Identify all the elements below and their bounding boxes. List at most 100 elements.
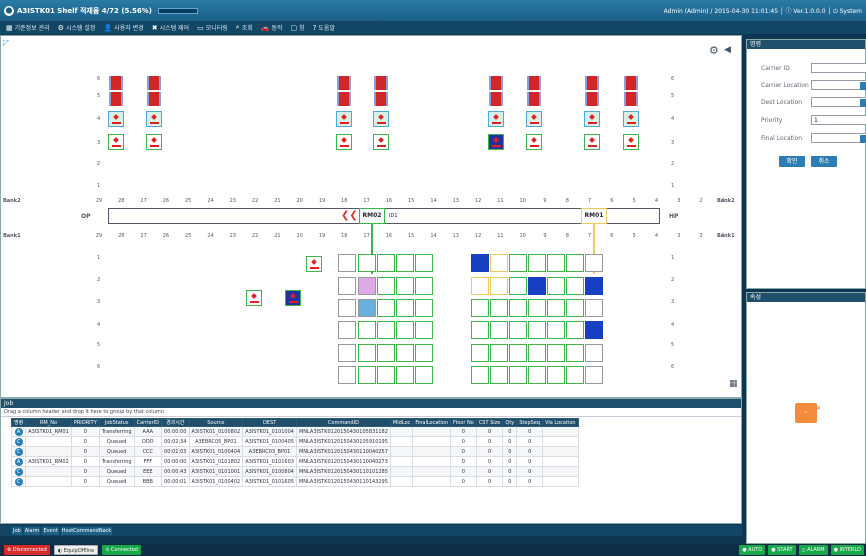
shelf-cell[interactable]	[377, 321, 395, 339]
carrier-box[interactable]	[373, 134, 389, 150]
shelf-rack[interactable]	[489, 92, 503, 106]
shelf-cell[interactable]	[585, 277, 603, 295]
tab-event[interactable]: Event	[42, 526, 59, 535]
shelf-rack[interactable]	[337, 76, 351, 90]
priority-stepper[interactable]: 1	[811, 115, 866, 125]
carrier-box[interactable]	[584, 111, 600, 127]
shelf-cell[interactable]	[566, 366, 584, 384]
table-row[interactable]: C 0 Queued EEE 00:00:43 A3ISTK01_0101001 A3IST…	[10, 466, 579, 477]
shelf-cell[interactable]	[585, 366, 603, 384]
shelf-cell[interactable]	[396, 321, 414, 339]
confirm-button[interactable]: 확인	[779, 156, 805, 167]
carrier-box[interactable]	[108, 111, 124, 127]
shelf-cell[interactable]	[547, 344, 565, 362]
final-location-select[interactable]	[811, 133, 866, 143]
shelf-cell[interactable]	[585, 344, 603, 362]
column-header[interactable]: RM_No	[25, 418, 72, 427]
shelf-rack[interactable]	[109, 76, 123, 90]
shelf-cell[interactable]	[377, 344, 395, 362]
shelf-cell[interactable]	[358, 321, 376, 339]
column-header[interactable]: MidLoc	[389, 418, 414, 427]
crane-rm01[interactable]: RM01	[581, 208, 607, 224]
shelf-cell[interactable]	[471, 344, 489, 362]
shelf-cell[interactable]	[528, 366, 546, 384]
shelf-cell[interactable]	[509, 254, 527, 272]
carrier-box[interactable]	[146, 134, 162, 150]
shelf-cell[interactable]	[528, 321, 546, 339]
column-header[interactable]: Floor No	[449, 418, 477, 427]
shelf-cell[interactable]	[509, 277, 527, 295]
shelf-cell[interactable]	[338, 366, 356, 384]
shelf-cell[interactable]	[585, 321, 603, 339]
column-header[interactable]: Via Location	[542, 418, 579, 427]
shelf-rack[interactable]	[489, 76, 503, 90]
shelf-rack[interactable]	[585, 92, 599, 106]
menu-item-6[interactable]: 🚗 동작	[261, 23, 283, 33]
column-header[interactable]: FinalLocation	[412, 418, 451, 427]
shelf-cell[interactable]	[358, 254, 376, 272]
carrier-box[interactable]	[146, 111, 162, 127]
column-header[interactable]: StepSeq	[516, 418, 544, 427]
shelf-cell[interactable]	[358, 344, 376, 362]
column-header[interactable]: 경과시간	[161, 418, 190, 427]
shelf-cell[interactable]	[547, 299, 565, 317]
menu-item-5[interactable]: ⌕ 조회	[236, 23, 253, 32]
shelf-cell[interactable]	[509, 366, 527, 384]
carrier-box[interactable]	[488, 111, 504, 127]
shelf-rack[interactable]	[527, 76, 541, 90]
settings-cog-icon[interactable]: ⚙	[709, 44, 719, 57]
shelf-cell[interactable]	[415, 277, 433, 295]
shelf-rack[interactable]	[624, 92, 638, 106]
column-header[interactable]: 명령	[10, 418, 27, 427]
shelf-cell[interactable]	[490, 366, 508, 384]
start-button[interactable]: ● START	[768, 545, 796, 555]
shelf-cell[interactable]	[415, 299, 433, 317]
shelf-cell[interactable]	[566, 299, 584, 317]
shelf-cell[interactable]	[528, 344, 546, 362]
carrier-box[interactable]	[373, 111, 389, 127]
shelf-cell[interactable]	[396, 299, 414, 317]
shelf-rack[interactable]	[147, 76, 161, 90]
shelf-cell[interactable]	[338, 254, 356, 272]
carrier-box[interactable]	[285, 290, 301, 306]
shelf-cell[interactable]	[415, 366, 433, 384]
shelf-rack[interactable]	[527, 92, 541, 106]
table-row[interactable]: A A3ISTK01_RM02 0 Transferring FFF 00:00:00 A3…	[10, 456, 579, 467]
shelf-rack[interactable]	[374, 76, 388, 90]
column-header[interactable]: JobStatus	[98, 418, 135, 427]
table-row[interactable]: A A3ISTK01_RM01 0 Transferring AAA 00:00:00 A3…	[10, 426, 579, 437]
shelf-cell[interactable]	[377, 254, 395, 272]
table-row[interactable]: C 0 Queued BBB 00:00:01 A3ISTK01_0100402 A3IST…	[10, 476, 579, 487]
carrier-box[interactable]	[246, 290, 262, 306]
shelf-cell[interactable]	[396, 366, 414, 384]
column-header[interactable]: PRIORITY	[70, 418, 100, 427]
shelf-cell[interactable]	[377, 299, 395, 317]
carrier-box[interactable]	[306, 256, 322, 272]
shelf-cell[interactable]	[338, 344, 356, 362]
shelf-cell[interactable]	[528, 299, 546, 317]
shelf-cell[interactable]	[547, 321, 565, 339]
column-header[interactable]: Source	[188, 418, 244, 427]
menu-item-4[interactable]: ▭ 모니터링	[197, 23, 228, 33]
shelf-cell[interactable]	[490, 299, 508, 317]
menu-item-0[interactable]: ▦ 기준정보 관리	[6, 23, 50, 33]
table-row[interactable]: C 0 Queued CCC 00:01:03 A3ISTK01_0100404 A3EBR…	[10, 446, 579, 457]
shelf-cell[interactable]	[415, 254, 433, 272]
tab-hostcommandnack[interactable]: HostCommandNack	[60, 526, 113, 535]
alarm-button[interactable]: △ ALARM	[798, 545, 828, 555]
shelf-cell[interactable]	[377, 366, 395, 384]
auto-button[interactable]: ● AUTO	[739, 545, 766, 555]
tab-job[interactable]: Job	[12, 526, 22, 535]
collapse-arrow-icon[interactable]: ◀	[724, 45, 731, 55]
column-header[interactable]: Qty	[502, 418, 518, 427]
shelf-rack[interactable]	[109, 92, 123, 106]
column-header[interactable]: CommandID	[295, 418, 391, 427]
shelf-cell[interactable]	[396, 254, 414, 272]
menu-item-7[interactable]: ▢ 창	[291, 23, 305, 33]
shelf-cell[interactable]	[471, 277, 489, 295]
shelf-rack[interactable]	[147, 92, 161, 106]
shelf-cell[interactable]	[471, 321, 489, 339]
carrier-location-select[interactable]	[811, 80, 866, 90]
shelf-cell[interactable]	[358, 366, 376, 384]
carrier-id-input[interactable]	[811, 63, 866, 73]
